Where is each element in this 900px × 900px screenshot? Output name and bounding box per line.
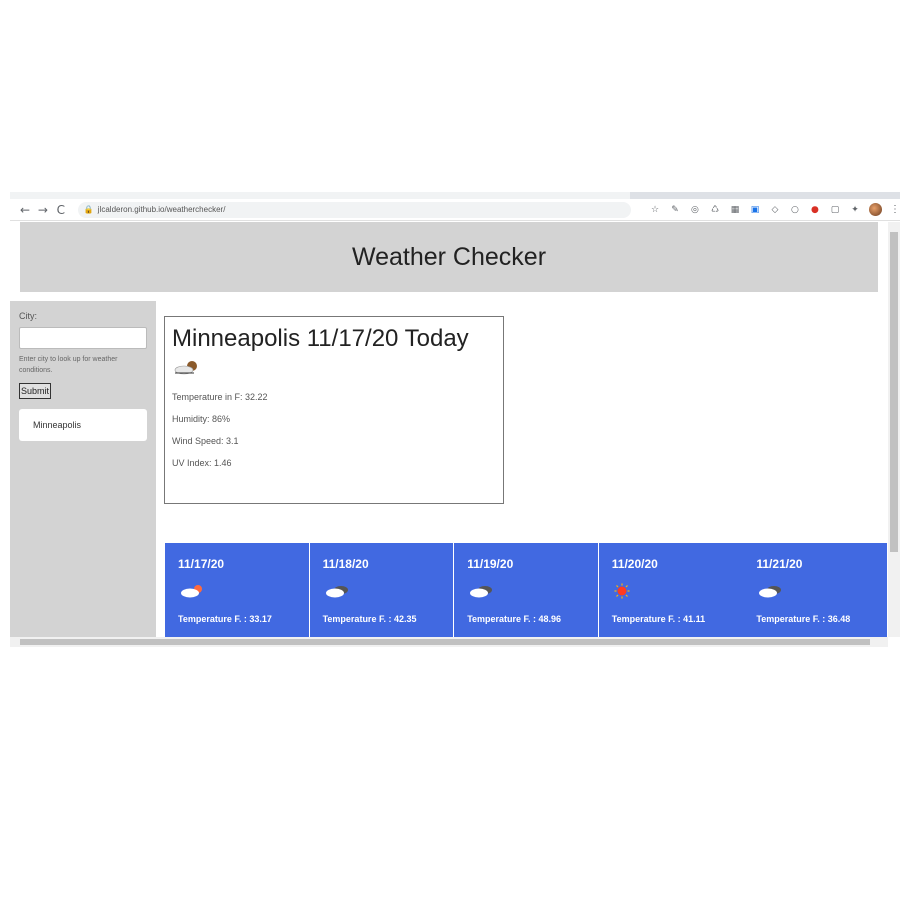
sun-icon [614, 583, 630, 599]
forecast-card: 11/18/20 Temperature F. : 42.35 [309, 543, 454, 637]
eyedropper-icon[interactable]: ✎ [667, 203, 683, 217]
cloudy-icon [470, 586, 493, 598]
avatar[interactable] [868, 203, 882, 216]
horizontal-scroll-thumb[interactable] [20, 639, 870, 645]
circle-icon[interactable]: ○ [787, 203, 803, 217]
today-temperature: Temperature in F: 32.22 [172, 392, 268, 402]
css-icon[interactable]: ▣ [747, 203, 763, 217]
url-text[interactable]: jlcalderon.github.io/weatherchecker/ [98, 205, 226, 214]
forecast-card: 11/19/20 Temperature F. : 48.96 [454, 543, 598, 637]
today-wind-speed: Wind Speed: 3.1 [172, 436, 239, 446]
back-icon[interactable]: ← [16, 201, 34, 219]
forecast-date: 11/21/20 [756, 557, 803, 571]
lock-icon[interactable]: 🔒 [84, 205, 94, 214]
notification-icon[interactable]: ● [807, 203, 823, 217]
shield-icon[interactable]: ◇ [767, 203, 783, 217]
forecast-temperature: Temperature F. : 41.11 [611, 614, 706, 624]
city-input[interactable] [19, 327, 147, 349]
cloudy-night-icon [174, 361, 197, 375]
submit-button[interactable]: Submit [19, 383, 52, 399]
vertical-scroll-thumb[interactable] [890, 232, 898, 552]
forecast-temperature: Temperature F. : 33.17 [178, 614, 272, 624]
extension-bar: ☆ ✎ ◎ ♺ ▦ ▣ ◇ ○ ● ▢ ✦ ⋮ [647, 203, 900, 217]
puzzle-icon[interactable]: ✦ [847, 203, 863, 217]
star-icon[interactable]: ☆ [647, 203, 663, 217]
forecast-date: 11/18/20 [322, 557, 369, 571]
today-uv-index: UV Index: 1.46 [172, 458, 232, 468]
city-label: City: [19, 311, 37, 321]
forecast-temperature: Temperature F. : 36.48 [756, 614, 851, 624]
tab-strip [10, 192, 900, 199]
address-bar[interactable]: 🔒 jlcalderon.github.io/weatherchecker/ [77, 201, 631, 218]
search-sidebar: City: Enter city to look up for weather … [10, 301, 156, 637]
today-title: Minneapolis 11/17/20 Today [172, 325, 469, 352]
forecast-card: 11/17/20 Temperature F. : 33.17 [165, 543, 309, 637]
menu-icon[interactable]: ⋮ [890, 204, 900, 215]
recycle-icon[interactable]: ♺ [707, 203, 723, 217]
forecast-date: 11/20/20 [611, 557, 658, 571]
cloudy-icon [325, 586, 348, 598]
forecast-date: 11/19/20 [467, 557, 514, 571]
browser-toolbar: ← → C 🔒 jlcalderon.github.io/weatherchec… [10, 199, 900, 221]
forward-icon[interactable]: → [34, 201, 52, 219]
page-title: Weather Checker [351, 242, 547, 271]
history-item-minneapolis[interactable]: Minneapolis [19, 409, 147, 441]
forecast-card: 11/21/20 Temperature F. : 36.48 [743, 543, 888, 637]
browser-window: ← → C 🔒 jlcalderon.github.io/weatherchec… [10, 192, 900, 647]
forecast-temperature: Temperature F. : 48.96 [467, 614, 562, 624]
forecast-temperature: Temperature F. : 42.35 [322, 614, 417, 624]
extension-icon[interactable]: ◎ [687, 203, 703, 217]
today-weather-card: Minneapolis 11/17/20 Today Temperature i… [164, 316, 504, 504]
reload-icon[interactable]: C [52, 201, 70, 219]
partly-sunny-icon [181, 585, 202, 598]
page-viewport: Weather Checker City: Enter city to look… [10, 222, 888, 637]
grid-icon[interactable]: ▦ [727, 203, 743, 217]
today-humidity: Humidity: 86% [172, 414, 231, 424]
vertical-scrollbar[interactable] [888, 222, 900, 637]
forecast-date: 11/17/20 [178, 557, 225, 571]
doc-icon[interactable]: ▢ [827, 203, 843, 217]
horizontal-scrollbar[interactable] [10, 637, 888, 647]
cloudy-icon [759, 586, 782, 598]
city-hint: Enter city to look up for weather condit… [19, 356, 118, 374]
page-header: Weather Checker [20, 222, 878, 292]
forecast-card: 11/20/20 Temperature F. : 41.11 [598, 543, 743, 637]
forecast-row: 11/17/20 Temperature F. : 33.17 11/18/20… [165, 543, 888, 637]
active-tab[interactable] [10, 192, 630, 199]
